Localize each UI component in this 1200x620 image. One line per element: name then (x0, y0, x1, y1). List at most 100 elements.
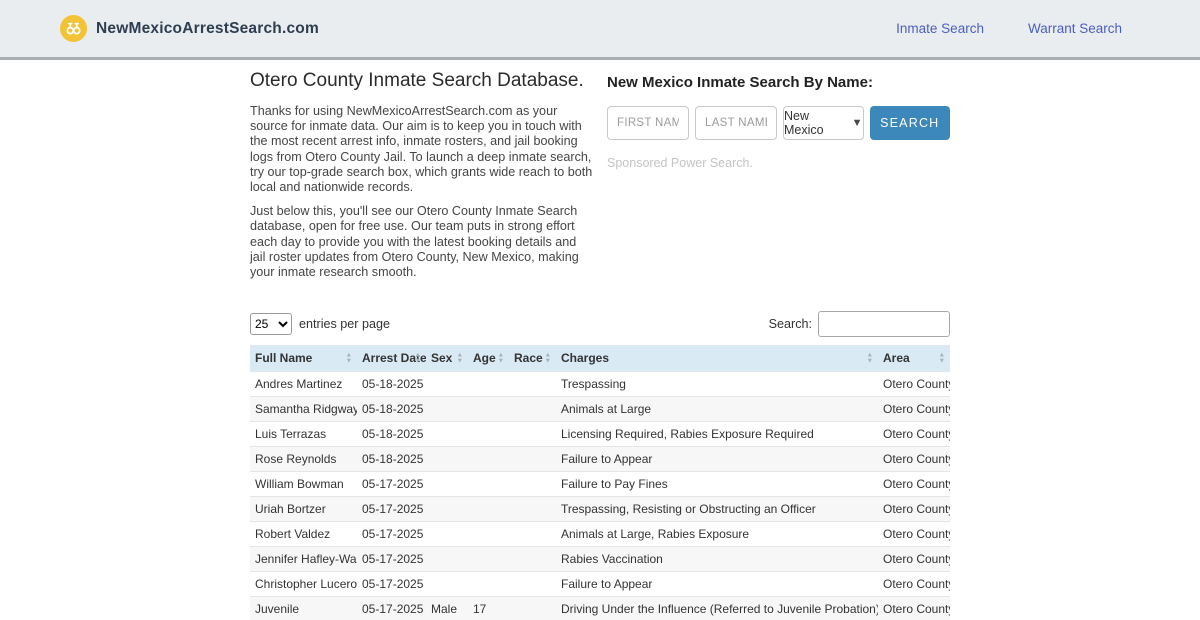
age-cell (468, 471, 509, 497)
age-cell (468, 446, 509, 472)
race-cell (509, 496, 556, 522)
column-header-label: Race (514, 351, 543, 366)
sex-cell (426, 371, 468, 397)
arrest-date-cell: 05-18-2025 (357, 421, 426, 447)
race-cell (509, 521, 556, 547)
sex-cell (426, 396, 468, 422)
site-header: NewMexicoArrestSearch.com Inmate Search … (0, 0, 1200, 60)
table-row: Christopher Lucero 05-17-2025 Failure to A… (250, 571, 950, 597)
table-row: Andres Martinez 05-18-2025 Trespassing Oter… (250, 371, 950, 397)
table-row: Rose Reynolds 05-18-2025 Failure to Appear… (250, 446, 950, 472)
race-cell (509, 421, 556, 447)
table-body: Andres Martinez 05-18-2025 Trespassing Oter… (250, 371, 950, 620)
main-content: Otero County Inmate Search Database. Tha… (250, 66, 950, 620)
age-cell (468, 421, 509, 447)
table-row: Uriah Bortzer 05-17-2025 Trespassing, Resi… (250, 496, 950, 522)
sort-icon[interactable]: ▲ ▼ (939, 352, 945, 364)
intro-paragraph-2: Just below this, you'll see our Otero Co… (250, 204, 579, 280)
column-header-full-name[interactable]: Full Name ▲ ▼ (250, 345, 357, 372)
area-cell: Otero County (878, 596, 950, 620)
last-name-input[interactable] (695, 106, 777, 140)
full-name-cell: Samantha Ridgway (250, 396, 357, 422)
age-cell (468, 496, 509, 522)
race-cell (509, 471, 556, 497)
table-search-label: Search: (768, 317, 812, 332)
table-row: Robert Valdez 05-17-2025 Animals at Large,… (250, 521, 950, 547)
table-controls: 25 entries per page Search: (250, 311, 950, 338)
area-cell: Otero County (878, 446, 950, 472)
nav-warrant-search[interactable]: Warrant Search (1028, 21, 1122, 36)
column-header-label: Charges (561, 351, 610, 366)
charges-cell: Rabies Vaccination (556, 546, 878, 572)
sort-icon[interactable]: ▲ ▼ (457, 352, 463, 364)
arrest-date-cell: 05-18-2025 (357, 396, 426, 422)
sort-icon[interactable]: ▲ ▼ (545, 352, 551, 364)
race-cell (509, 596, 556, 620)
column-header-sex[interactable]: Sex ▲ ▼ (426, 345, 468, 372)
table-row: Samantha Ridgway 05-18-2025 Animals at Lar… (250, 396, 950, 422)
column-header-charges[interactable]: Charges ▲ ▼ (556, 345, 878, 372)
race-cell (509, 396, 556, 422)
sex-cell (426, 471, 468, 497)
race-cell (509, 571, 556, 597)
age-cell (468, 371, 509, 397)
column-header-label: Area (883, 351, 910, 366)
column-header-arrest-date[interactable]: Arrest Date ▲ ▼ (357, 345, 427, 372)
page-title: Otero County Inmate Search Database. (250, 70, 584, 91)
arrest-date-cell: 05-18-2025 (357, 371, 426, 397)
charges-cell: Animals at Large, Rabies Exposure (556, 521, 878, 547)
first-name-input[interactable] (607, 106, 689, 140)
area-cell: Otero County (878, 571, 950, 597)
name-search-panel: New Mexico Inmate Search By Name: New Me… (607, 66, 950, 289)
column-header-label: Full Name (255, 351, 313, 366)
search-panel-title: New Mexico Inmate Search By Name: (607, 74, 873, 91)
area-cell: Otero County (878, 421, 950, 447)
charges-cell: Failure to Pay Fines (556, 471, 878, 497)
full-name-cell: Robert Valdez (250, 521, 357, 547)
area-cell: Otero County (878, 371, 950, 397)
table-search: Search: (768, 311, 950, 338)
age-cell (468, 521, 509, 547)
arrest-date-cell: 05-17-2025 (357, 521, 426, 547)
nav-inmate-search[interactable]: Inmate Search (896, 21, 984, 36)
sort-icon[interactable]: ▲ ▼ (415, 352, 421, 364)
sex-cell (426, 496, 468, 522)
column-header-age[interactable]: Age ▲ ▼ (468, 345, 509, 372)
arrest-date-cell: 05-17-2025 (357, 471, 426, 497)
search-button[interactable]: SEARCH (869, 106, 950, 140)
column-header-label: Age (473, 351, 496, 366)
sex-cell (426, 546, 468, 572)
sort-icon[interactable]: ▲ ▼ (498, 352, 504, 364)
brand-name: NewMexicoArrestSearch.com (96, 19, 319, 37)
race-cell (509, 546, 556, 572)
brand[interactable]: NewMexicoArrestSearch.com (60, 15, 319, 42)
charges-cell: Failure to Appear (556, 571, 878, 597)
entries-per-page-label: entries per page (299, 317, 391, 332)
sex-cell: Male (426, 596, 468, 620)
full-name-cell: Luis Terrazas (250, 421, 357, 447)
intro-column: Otero County Inmate Search Database. Tha… (250, 66, 593, 289)
table-row: William Bowman 05-17-2025 Failure to Pay F… (250, 471, 950, 497)
charges-cell: Animals at Large (556, 396, 878, 422)
entries-per-page-select[interactable]: 25 (250, 313, 292, 336)
area-cell: Otero County (878, 496, 950, 522)
charges-cell: Driving Under the Influence (Referred to… (556, 596, 878, 620)
age-cell: 17 (468, 596, 509, 620)
age-cell (468, 571, 509, 597)
name-search-form: New Mexico ▼ SEARCH (607, 106, 950, 140)
area-cell: Otero County (878, 396, 950, 422)
column-header-label: Sex (431, 351, 453, 366)
sort-icon[interactable]: ▲ ▼ (346, 352, 352, 364)
sex-cell (426, 521, 468, 547)
sort-icon[interactable]: ▲ ▼ (867, 352, 873, 364)
table-row: Juvenile 05-17-2025 Male 17 Driving Under th… (250, 596, 950, 620)
area-cell: Otero County (878, 521, 950, 547)
column-header-area[interactable]: Area ▲ ▼ (878, 345, 950, 372)
arrest-date-cell: 05-17-2025 (357, 546, 426, 572)
race-cell (509, 446, 556, 472)
table-search-input[interactable] (818, 311, 950, 338)
charges-cell: Trespassing (556, 371, 878, 397)
column-header-race[interactable]: Race ▲ ▼ (509, 345, 556, 372)
state-dropdown[interactable]: New Mexico ▼ (783, 106, 864, 140)
full-name-cell: Andres Martinez (250, 371, 357, 397)
